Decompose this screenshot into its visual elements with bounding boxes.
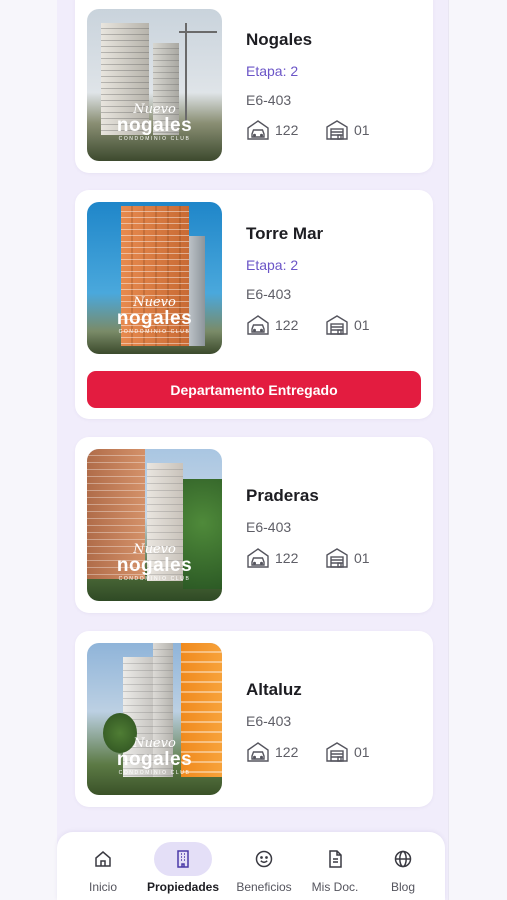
building-icon bbox=[177, 850, 189, 868]
smile-icon bbox=[255, 850, 273, 868]
parking-count: 122 bbox=[275, 122, 299, 138]
nav-item-inicio[interactable]: Inicio bbox=[73, 832, 133, 900]
storage-unit-icon bbox=[326, 548, 348, 568]
nav-item-blog[interactable]: Blog bbox=[375, 832, 431, 900]
property-card-nogales[interactable]: Nuevo nogales CONDOMINIO CLUB Nogales Et… bbox=[75, 0, 433, 173]
property-name: Praderas bbox=[246, 486, 319, 505]
property-image: Nuevo nogales CONDOMINIO CLUB bbox=[87, 202, 222, 354]
logo-line2: nogales bbox=[116, 749, 193, 770]
logo-line3: CONDOMINIO CLUB bbox=[118, 329, 191, 335]
parking-count: 122 bbox=[275, 550, 299, 566]
logo-line2: nogales bbox=[116, 115, 193, 136]
car-garage-icon bbox=[247, 120, 269, 140]
logo-line2: nogales bbox=[116, 555, 193, 576]
car-garage-icon bbox=[247, 548, 269, 568]
property-card-altaluz[interactable]: Nuevo nogales CONDOMINIO CLUB Altaluz E6… bbox=[75, 631, 433, 807]
left-margin bbox=[0, 0, 58, 900]
property-image: Nuevo nogales CONDOMINIO CLUB bbox=[87, 449, 222, 601]
property-image: Nuevo nogales CONDOMINIO CLUB bbox=[87, 9, 222, 161]
property-unit: E6-403 bbox=[246, 286, 292, 302]
storage-count: 01 bbox=[354, 122, 370, 138]
car-garage-icon bbox=[247, 742, 269, 762]
nav-label: Blog bbox=[390, 880, 416, 894]
storage-count: 01 bbox=[354, 550, 370, 566]
logo-line3: CONDOMINIO CLUB bbox=[118, 136, 191, 142]
nav-label: Beneficios bbox=[236, 880, 292, 894]
storage-count: 01 bbox=[354, 744, 370, 760]
storage-count: 01 bbox=[354, 317, 370, 333]
logo-line3: CONDOMINIO CLUB bbox=[118, 770, 191, 776]
storage-unit-icon bbox=[326, 120, 348, 140]
property-stage: Etapa: 2 bbox=[246, 63, 299, 79]
nav-label: Propiedades bbox=[146, 880, 220, 894]
property-name: Torre Mar bbox=[246, 224, 324, 243]
property-card-torre-mar[interactable]: Nuevo nogales CONDOMINIO CLUB Torre Mar … bbox=[75, 190, 433, 419]
property-unit: E6-403 bbox=[246, 92, 292, 108]
property-name: Nogales bbox=[246, 30, 313, 49]
globe-icon bbox=[394, 850, 412, 868]
logo-line3: CONDOMINIO CLUB bbox=[118, 576, 191, 582]
storage-unit-icon bbox=[326, 742, 348, 762]
property-name: Altaluz bbox=[246, 680, 302, 699]
home-icon bbox=[95, 851, 111, 867]
right-margin bbox=[448, 0, 507, 900]
property-stage: Etapa: 2 bbox=[246, 257, 299, 273]
parking-count: 122 bbox=[275, 317, 299, 333]
property-unit: E6-403 bbox=[246, 713, 292, 729]
property-image: Nuevo nogales CONDOMINIO CLUB bbox=[87, 643, 222, 795]
nav-item-propiedades[interactable]: Propiedades bbox=[143, 832, 223, 900]
car-garage-icon bbox=[247, 315, 269, 335]
parking-count: 122 bbox=[275, 744, 299, 760]
nav-label: Mis Doc. bbox=[311, 880, 359, 894]
nav-item-mis-doc[interactable]: Mis Doc. bbox=[303, 832, 367, 900]
bottom-navigation: Inicio Propiedades Beneficios Mis Doc. B… bbox=[57, 832, 445, 900]
document-icon bbox=[329, 850, 342, 868]
property-unit: E6-403 bbox=[246, 519, 292, 535]
logo-line2: nogales bbox=[116, 308, 193, 329]
nav-label: Inicio bbox=[88, 880, 117, 894]
nav-item-beneficios[interactable]: Beneficios bbox=[229, 832, 299, 900]
delivered-status-button[interactable]: Departamento Entregado bbox=[87, 371, 421, 408]
property-card-praderas[interactable]: Nuevo nogales CONDOMINIO CLUB Praderas E… bbox=[75, 437, 433, 613]
storage-unit-icon bbox=[326, 315, 348, 335]
